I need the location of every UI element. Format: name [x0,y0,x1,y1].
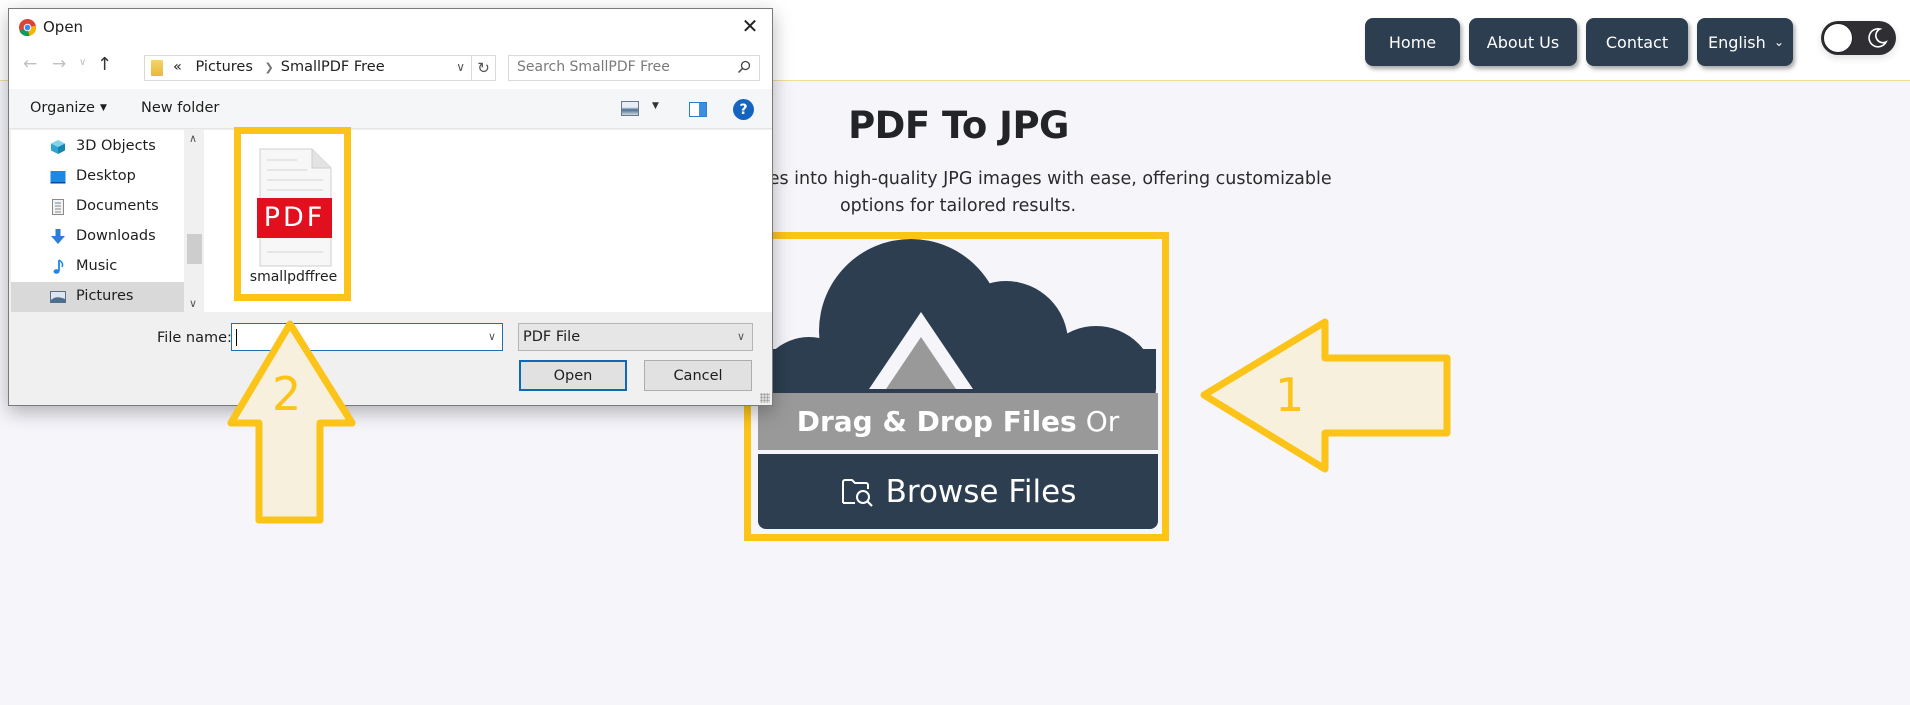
nav-item-label: Downloads [76,228,156,244]
new-folder-button[interactable]: New folder [141,100,219,116]
annotation-arrow-1 [1200,318,1451,473]
nav-item-pictures[interactable]: Pictures [11,282,184,312]
organize-label: Organize [30,100,95,116]
pictures-icon [50,291,66,303]
breadcrumb-item-current[interactable]: SmallPDF Free [281,59,385,75]
nav-item-label: Pictures [76,288,134,304]
language-value: English [1708,32,1766,52]
close-icon[interactable]: ✕ [728,9,772,43]
file-type-select[interactable]: PDF File ∨ [518,323,753,351]
desktop-icon [50,171,66,184]
cancel-button[interactable]: Cancel [644,360,752,391]
nav-contact-button[interactable]: Contact [1586,18,1688,66]
open-file-dialog: Open ✕ ← → ∨ ↑ « Pictures ❯ SmallPDF Free… [8,8,773,406]
toggle-knob [1823,23,1853,53]
chrome-icon [18,18,37,37]
caret-down-icon: ▼ [99,103,107,113]
search-input[interactable] [517,59,727,75]
drag-drop-area[interactable]: Drag & Drop Files Or [758,393,1158,450]
breadcrumb: « Pictures ❯ SmallPDF Free [173,59,385,75]
nav-item-3d-objects[interactable]: 3D Objects [11,132,184,162]
scroll-down-icon[interactable]: ∨ [189,297,197,310]
dialog-titlebar[interactable]: Open ✕ [9,9,772,45]
theme-toggle[interactable] [1821,21,1896,55]
nav-item-label: Desktop [76,168,136,184]
up-arrow-icon[interactable]: ↑ [97,54,112,75]
documents-icon [52,199,64,215]
nav-item-documents[interactable]: Documents [11,192,184,222]
breadcrumb-item-pictures[interactable]: Pictures [195,59,252,75]
navigation-scrollbar[interactable]: ∧ ∨ [184,130,204,312]
breadcrumb-overflow[interactable]: « [173,59,182,75]
chevron-down-icon[interactable]: ∨ [488,330,496,343]
address-bar[interactable]: « Pictures ❯ SmallPDF Free ∨ ↻ [144,55,496,81]
change-view-icon[interactable] [621,101,639,116]
file-name-label: File name: [157,330,232,346]
text-cursor [236,329,237,346]
language-select[interactable]: English ⌄ [1697,18,1793,66]
nav-item-desktop[interactable]: Desktop [11,162,184,192]
recent-locations-chevron-icon[interactable]: ∨ [79,57,86,68]
folder-icon [151,60,163,76]
chevron-down-icon: ∨ [736,330,745,343]
file-name-field[interactable]: ∨ [231,323,503,351]
breadcrumb-separator-icon[interactable]: ❯ [265,61,274,74]
help-icon[interactable]: ? [733,99,754,120]
resize-grip[interactable] [760,393,770,403]
scroll-up-icon[interactable]: ∧ [189,132,197,145]
file-name-input[interactable] [236,327,476,343]
search-icon[interactable] [737,60,751,74]
nav-item-downloads[interactable]: Downloads [11,222,184,252]
drag-drop-text: Drag & Drop Files [796,405,1077,438]
address-dropdown-chevron-icon[interactable]: ∨ [456,60,465,74]
annotation-label-1: 1 [1275,368,1305,422]
open-button[interactable]: Open [519,360,627,391]
refresh-icon[interactable]: ↻ [471,56,495,80]
nav-home-button[interactable]: Home [1365,18,1460,66]
folder-search-icon [841,478,873,507]
nav-about-button[interactable]: About Us [1469,18,1577,66]
view-options-caret-icon[interactable]: ▼ [652,101,659,111]
nav-item-label: 3D Objects [76,138,156,154]
chevron-down-icon: ⌄ [1773,35,1784,49]
downloads-icon [51,229,65,244]
file-highlight-box [234,127,351,301]
back-arrow-icon[interactable]: ← [23,54,37,74]
moon-icon [1868,28,1888,48]
search-box[interactable] [508,55,760,81]
file-type-value: PDF File [523,329,581,345]
music-icon [53,259,64,274]
3d-objects-icon [51,140,65,154]
browse-files-button[interactable]: Browse Files [758,454,1158,529]
browse-files-label: Browse Files [885,473,1077,510]
forward-arrow-icon[interactable]: → [52,54,66,74]
dialog-toolbar: Organize ▼ New folder ▼ ? [9,89,772,129]
dialog-navbar: ← → ∨ ↑ « Pictures ❯ SmallPDF Free ∨ ↻ [9,45,772,89]
nav-item-music[interactable]: Music [11,252,184,282]
nav-item-label: Music [76,258,118,274]
nav-item-label: Documents [76,198,159,214]
dialog-title: Open [43,18,84,36]
cloud-upload-icon[interactable] [751,239,1163,395]
scrollbar-thumb[interactable] [187,234,202,264]
navigation-pane: 3D Objects Desktop Documents Downloads M… [11,130,184,312]
organize-button[interactable]: Organize ▼ [30,100,107,116]
annotation-label-2: 2 [272,367,302,421]
preview-pane-icon[interactable] [689,102,707,117]
drag-drop-or: Or [1085,405,1120,438]
